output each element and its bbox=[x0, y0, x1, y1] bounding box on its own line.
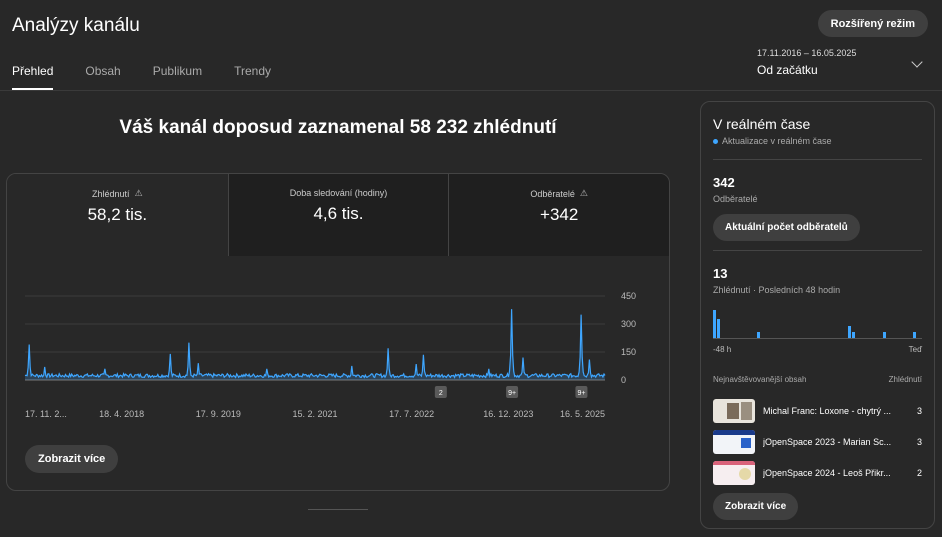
page-title: Analýzy kanálu bbox=[12, 15, 140, 36]
video-thumbnail bbox=[713, 430, 755, 454]
metric-watch-time[interactable]: Doba sledování (hodiny) 4,6 tis. bbox=[227, 174, 449, 256]
video-thumbnail bbox=[713, 399, 755, 423]
realtime-bar[interactable] bbox=[717, 319, 721, 338]
tab-audience[interactable]: Publikum bbox=[153, 58, 202, 90]
realtime-bar[interactable] bbox=[882, 331, 886, 338]
overview-card: Zhlédnutí ⚠ 58,2 tis. Doba sledování (hod… bbox=[6, 173, 670, 491]
metric-label: Zhlédnutí bbox=[92, 188, 130, 199]
realtime-bar[interactable] bbox=[713, 310, 716, 338]
video-thumbnail bbox=[713, 461, 755, 485]
total-views-headline: Váš kanál doposud zaznamenal 58 232 zhlé… bbox=[119, 117, 557, 138]
divider bbox=[713, 159, 922, 160]
video-marker-label: 9+ bbox=[577, 390, 585, 397]
views-chart: 450 300 150 0 17. 11. 2... 18. 4. 2018 17. 9. … bbox=[7, 256, 669, 426]
live-dot-icon bbox=[713, 138, 718, 144]
axis-end-label: Teď bbox=[908, 345, 922, 354]
recent-views-count: 13 bbox=[713, 266, 728, 281]
metric-value: +342 bbox=[540, 205, 579, 224]
show-more-button[interactable]: Zobrazit více bbox=[25, 445, 119, 473]
tab-content[interactable]: Obsah bbox=[85, 58, 120, 90]
date-range-label: Od začátku bbox=[757, 63, 818, 77]
realtime-panel: V reálném čase Aktualizace v reálném čas… bbox=[700, 101, 935, 529]
header-divider bbox=[0, 90, 942, 91]
x-tick-label: 17. 7. 2022 bbox=[389, 409, 434, 419]
y-tick-label: 0 bbox=[621, 375, 626, 385]
x-tick-label: 16. 5. 2025 bbox=[560, 409, 605, 419]
x-tick-label: 17. 9. 2019 bbox=[196, 409, 241, 419]
metric-label: Odběratelé bbox=[530, 188, 575, 199]
metric-subscribers[interactable]: Odběratelé ⚠ +342 bbox=[448, 174, 669, 256]
realtime-show-more-button[interactable]: Zobrazit více bbox=[713, 493, 799, 520]
warning-icon: ⚠ bbox=[579, 188, 588, 198]
realtime-bar-chart bbox=[713, 307, 922, 339]
top-content-views-header: Zhlédnutí bbox=[888, 375, 922, 384]
realtime-title: V reálném čase bbox=[713, 116, 811, 132]
video-marker-label: 9+ bbox=[508, 390, 516, 397]
x-tick-label: 18. 4. 2018 bbox=[99, 409, 144, 419]
subscriber-label: Odběratelé bbox=[713, 194, 758, 204]
x-tick-label: 16. 12. 2023 bbox=[483, 409, 533, 419]
tab-overview[interactable]: Přehled bbox=[12, 58, 54, 90]
top-content-item[interactable]: Michal Franc: Loxone - chytrý ... 3 bbox=[713, 398, 922, 424]
metric-views[interactable]: Zhlédnutí ⚠ 58,2 tis. bbox=[7, 174, 228, 256]
realtime-bar[interactable] bbox=[913, 331, 917, 338]
date-range-text: 17.11.2016 – 16.05.2025 bbox=[757, 48, 857, 58]
x-tick-label: 15. 2. 2021 bbox=[292, 409, 337, 419]
subscriber-count: 342 bbox=[713, 175, 735, 190]
advanced-mode-button[interactable]: Rozšířený režim bbox=[817, 10, 928, 37]
realtime-bar[interactable] bbox=[847, 325, 851, 338]
video-title: Michal Franc: Loxone - chytrý ... bbox=[763, 406, 892, 416]
video-title: jOpenSpace 2024 - Leoš Přikr... bbox=[763, 468, 891, 478]
metric-value: 4,6 tis. bbox=[313, 204, 364, 223]
video-views: 3 bbox=[916, 437, 922, 447]
warning-icon: ⚠ bbox=[134, 188, 143, 198]
metric-value: 58,2 tis. bbox=[87, 205, 148, 224]
scroll-indicator bbox=[308, 509, 368, 510]
date-range-selector[interactable]: 17.11.2016 – 16.05.2025 Od začátku bbox=[757, 48, 927, 77]
realtime-bar[interactable] bbox=[756, 331, 760, 338]
axis-start-label: -48 h bbox=[713, 345, 732, 354]
video-title: jOpenSpace 2023 - Marian Sc... bbox=[763, 437, 892, 447]
top-content-item[interactable]: jOpenSpace 2023 - Marian Sc... 3 bbox=[713, 429, 922, 455]
video-views: 3 bbox=[916, 406, 922, 416]
current-subscribers-button[interactable]: Aktuální počet odběratelů bbox=[713, 214, 860, 241]
recent-views-label: Zhlédnutí · Posledních 48 hodin bbox=[713, 285, 841, 295]
y-tick-label: 150 bbox=[621, 347, 636, 357]
views-chart-svg: 450 300 150 0 17. 11. 2... 18. 4. 2018 17. 9. … bbox=[24, 291, 636, 419]
views-series-area bbox=[25, 309, 605, 380]
video-views: 2 bbox=[916, 468, 922, 478]
views-series-line bbox=[24, 309, 606, 379]
metric-label: Doba sledování (hodiny) bbox=[289, 188, 388, 198]
y-tick-label: 300 bbox=[621, 319, 636, 329]
top-content-header: Nejnavštěvovanější obsah bbox=[713, 375, 807, 384]
realtime-subtitle: Aktualizace v reálném čase bbox=[722, 136, 832, 146]
realtime-bar[interactable] bbox=[852, 331, 856, 338]
tab-bar: Přehled Obsah Publikum Trendy bbox=[12, 58, 303, 90]
x-tick-label: 17. 11. 2... bbox=[25, 409, 67, 419]
divider bbox=[713, 250, 922, 251]
video-marker-label: 2 bbox=[439, 390, 443, 397]
y-tick-label: 450 bbox=[621, 291, 636, 301]
top-content-item[interactable]: jOpenSpace 2024 - Leoš Přikr... 2 bbox=[713, 460, 922, 486]
tab-trends[interactable]: Trendy bbox=[234, 58, 271, 90]
